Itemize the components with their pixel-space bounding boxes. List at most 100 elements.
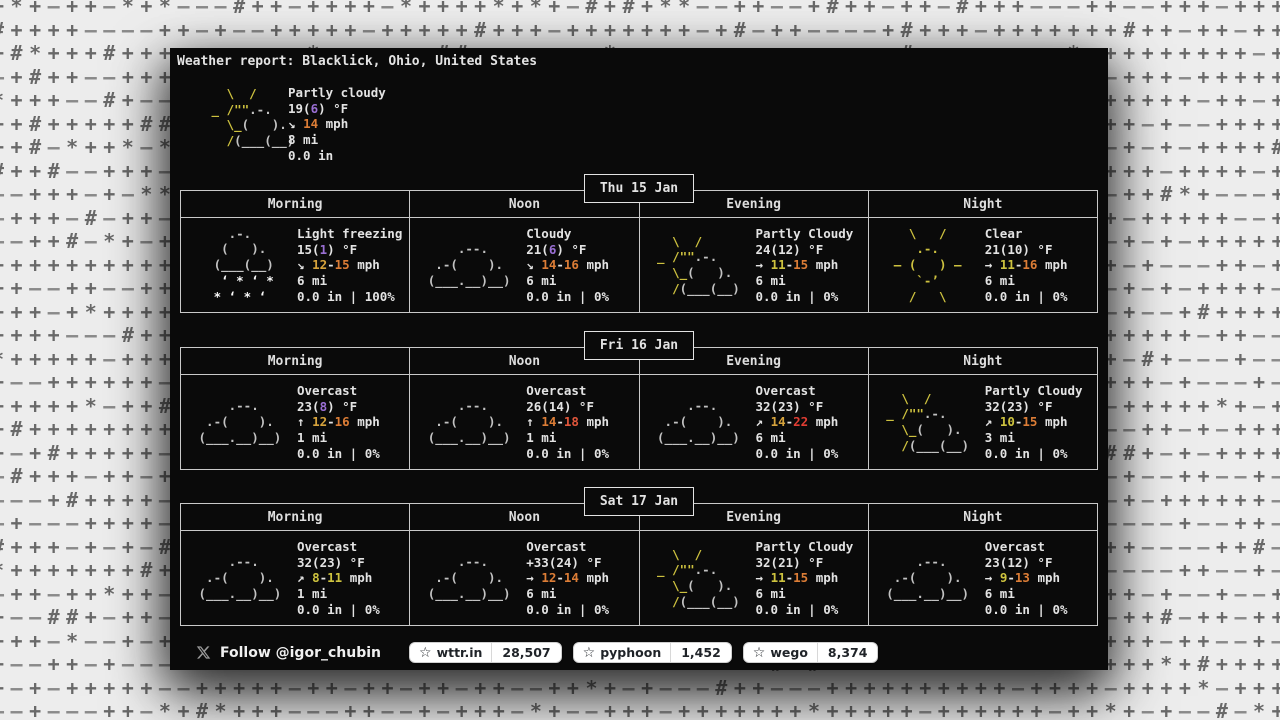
forecast-cell-evening: \ / _ /"".-. \_( ). /(___(__)Partly Clou… xyxy=(640,218,869,312)
visibility: 6 mi xyxy=(985,586,1068,602)
visibility: 6 mi xyxy=(526,586,609,602)
visibility: 3 mi xyxy=(985,430,1083,446)
wind: → 12-14 mph xyxy=(526,570,609,586)
github-star-button-pyphoon[interactable]: ☆pyphoon1,452 xyxy=(573,642,732,663)
temperature: +33(24) °F xyxy=(526,555,609,571)
period-header-morning: Morning xyxy=(181,191,410,217)
wind: → 9-13 mph xyxy=(985,570,1068,586)
condition-label: Overcast xyxy=(756,383,839,399)
temperature: 26(14) °F xyxy=(526,399,609,415)
ascii-pattern-row: ——+———++—*+#*+++———++——+—+++—*+——+++—+++… xyxy=(0,699,1280,720)
precipitation: 0.0 in | 0% xyxy=(297,602,380,618)
forecast-cell-noon: .--. .-( ). (___.__)__)Overcast+33(24) °… xyxy=(410,531,639,625)
cell-text: Overcast23(12) °F→ 9-13 mph6 mi0.0 in | … xyxy=(985,531,1068,625)
precipitation: 0.0 in | 100% xyxy=(297,289,402,305)
cloudy-icon: .--. .-( ). (___.__)__) xyxy=(410,241,526,288)
period-header-morning: Morning xyxy=(181,504,410,530)
precipitation: 0.0 in | 0% xyxy=(985,289,1068,305)
condition-label: Cloudy xyxy=(526,226,609,242)
condition-label: Overcast xyxy=(297,383,380,399)
ascii-pattern-row: +—+—+++++——+++++—++—++—++—++——++*+—+———#… xyxy=(0,676,1280,700)
precipitation: 0.0 in | 0% xyxy=(985,602,1068,618)
period-header-night: Night xyxy=(869,348,1097,374)
visibility: 6 mi xyxy=(297,273,402,289)
wind: ↑ 12-16 mph xyxy=(297,414,380,430)
partly-cloudy-icon: \ / _ /"".-. \_( ). /(___(__) xyxy=(204,86,294,149)
precipitation: 0.0 in | 0% xyxy=(985,446,1083,462)
precipitation: 0.0 in | 0% xyxy=(756,289,854,305)
period-header-night: Night xyxy=(869,504,1097,530)
wind: ↗ 14-22 mph xyxy=(756,414,839,430)
condition-label: Overcast xyxy=(526,383,609,399)
current-condition-label: Partly cloudy xyxy=(288,85,386,101)
precipitation: 0.0 in | 0% xyxy=(756,446,839,462)
overcast-icon: .--. .-( ). (___.__)__) xyxy=(181,398,297,445)
star-icon: ☆ xyxy=(753,646,766,660)
day-label: Fri 16 Jan xyxy=(584,331,694,360)
period-header-night: Night xyxy=(869,191,1097,217)
condition-label: Overcast xyxy=(526,539,609,555)
cell-text: Cloudy21(6) °F↘ 14-16 mph6 mi0.0 in | 0% xyxy=(526,218,609,312)
forecast-cell-evening: \ / _ /"".-. \_( ). /(___(__)Partly Clou… xyxy=(640,531,869,625)
current-temperature: 19(6) °F xyxy=(288,101,386,117)
day-label: Sat 17 Jan xyxy=(584,487,694,516)
forecast-cell-night: \ / _ /"".-. \_( ). /(___(__)Partly Clou… xyxy=(869,375,1097,469)
github-star-button-wego[interactable]: ☆ wego 8,374 xyxy=(743,642,879,663)
temperature: 32(23) °F xyxy=(297,555,380,571)
forecast-cell-morning: .--. .-( ). (___.__)__)Overcast32(23) °F… xyxy=(181,531,410,625)
day-label: Thu 15 Jan xyxy=(584,174,694,203)
cell-text: Clear21(10) °F→ 11-16 mph6 mi0.0 in | 0% xyxy=(985,218,1068,312)
temperature: 21(10) °F xyxy=(985,242,1068,258)
light-freezing-icon: .-. ( ). (___(__) ‘ * ‘ * * ‘ * ‘ xyxy=(181,226,297,305)
forecast-cell-evening: .--. .-( ). (___.__)__)Overcast32(23) °F… xyxy=(640,375,869,469)
visibility: 6 mi xyxy=(756,586,854,602)
github-star-buttons: ☆wttr.in28,507☆pyphoon1,452☆wego8,374 xyxy=(409,642,878,663)
follow-label: Follow @igor_chubin xyxy=(220,645,381,661)
wind: ↘ 12-15 mph xyxy=(297,257,402,273)
repo-name: wttr.in xyxy=(437,645,483,660)
star-icon: ☆ xyxy=(583,646,596,660)
temperature: 32(23) °F xyxy=(985,399,1083,415)
condition-label: Light freezing xyxy=(297,226,402,242)
wind: → 11-15 mph xyxy=(756,257,854,273)
temperature: 23(12) °F xyxy=(985,555,1068,571)
forecast-cell-morning: .--. .-( ). (___.__)__)Overcast23(8) °F↑… xyxy=(181,375,410,469)
wind: ↘ 14-16 mph xyxy=(526,257,609,273)
overcast-icon: .--. .-( ). (___.__)__) xyxy=(410,554,526,601)
github-star-button-wttrin[interactable]: ☆ wttr.in 28,507 xyxy=(409,642,562,663)
condition-label: Overcast xyxy=(297,539,380,555)
repo-name: wego xyxy=(770,645,808,660)
ascii-pattern-row: +*+—++—*+*———#++—++++—*++++*+*+—#+#+**——… xyxy=(0,0,1280,18)
visibility: 1 mi xyxy=(297,586,380,602)
visibility: 6 mi xyxy=(756,273,854,289)
clear-night-icon: \ / .-. ― ( ) ― `-’ / \ xyxy=(869,226,985,305)
footer: Follow @igor_chubin ☆ wttr.in 28,507 ☆ pypho… xyxy=(170,642,1108,663)
visibility: 6 mi xyxy=(756,430,839,446)
star-count: 28,507 xyxy=(491,643,560,662)
condition-label: Partly Cloudy xyxy=(756,539,854,555)
wind: → 11-16 mph xyxy=(985,257,1068,273)
star-icon: ☆ xyxy=(419,646,432,660)
twitter-follow-button[interactable]: Follow @igor_chubin xyxy=(190,644,387,662)
period-header-morning: Morning xyxy=(181,348,410,374)
temperature: 24(12) °F xyxy=(756,242,854,258)
forecast-table: MorningNoonEveningNight .-. ( ). (___(__… xyxy=(180,190,1098,313)
cell-text: Overcast32(23) °F↗ 8-11 mph1 mi0.0 in | … xyxy=(297,531,380,625)
visibility: 6 mi xyxy=(985,273,1068,289)
overcast-icon: .--. .-( ). (___.__)__) xyxy=(640,398,756,445)
cell-text: Overcast23(8) °F↑ 12-16 mph1 mi0.0 in | … xyxy=(297,375,380,469)
forecast-table: MorningNoonEveningNight .--. .-( ). (___… xyxy=(180,503,1098,626)
temperature: 32(23) °F xyxy=(756,399,839,415)
condition-label: Clear xyxy=(985,226,1068,242)
cell-text: Partly Cloudy24(12) °F→ 11-15 mph6 mi0.0… xyxy=(756,218,854,312)
precipitation: 0.0 in | 0% xyxy=(297,446,380,462)
terminal-window: Weather report: Blacklick, Ohio, United … xyxy=(170,48,1108,670)
condition-label: Partly Cloudy xyxy=(985,383,1083,399)
cell-text: Light freezing15(1) °F↘ 12-15 mph6 mi0.0… xyxy=(297,218,402,312)
visibility: 6 mi xyxy=(526,273,609,289)
precipitation: 0.0 in | 0% xyxy=(526,446,609,462)
star-count: 8,374 xyxy=(817,643,878,662)
precipitation: 0.0 in | 0% xyxy=(756,602,854,618)
ascii-pattern-row: #++++————++—+——+++++—+++++#+++—+++++++—+… xyxy=(0,18,1280,42)
repo-name: pyphoon xyxy=(600,645,661,660)
